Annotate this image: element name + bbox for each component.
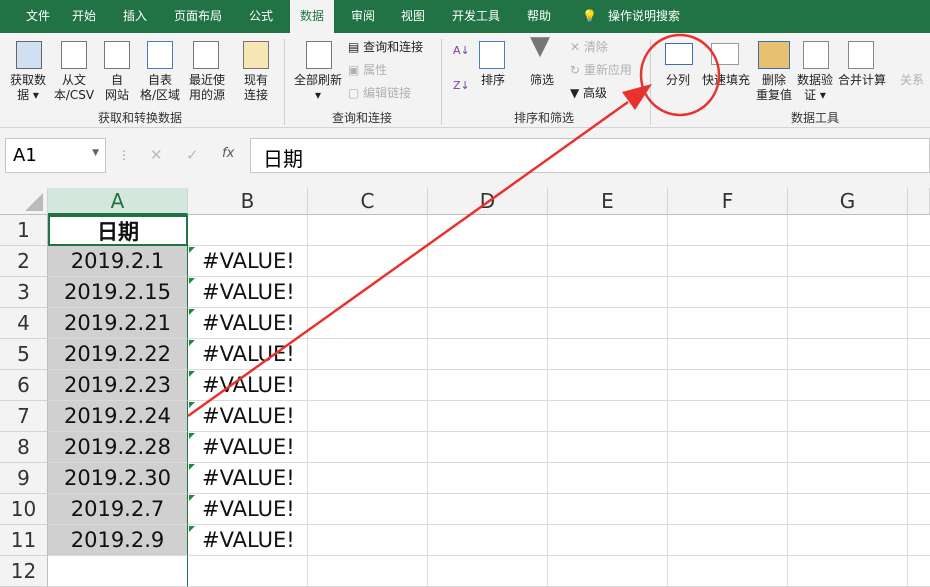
annotation-overlay [187, 33, 721, 418]
highlight-circle [639, 33, 721, 117]
annotation-arrow-line [187, 100, 629, 418]
